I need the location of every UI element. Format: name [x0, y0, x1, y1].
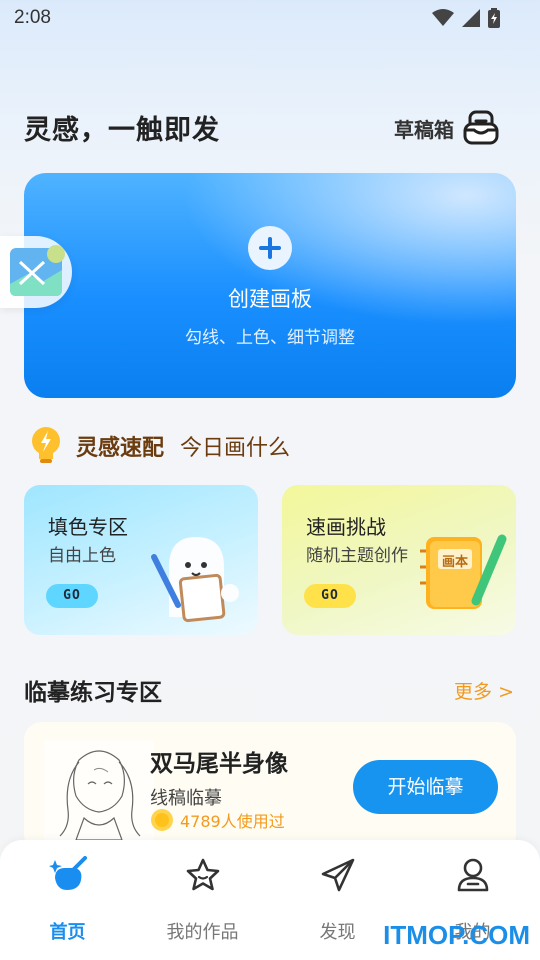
usage-count: 4789人使用过: [150, 808, 285, 832]
user-icon: [457, 858, 489, 892]
tab-home-label: 首页: [49, 922, 86, 943]
go-badge[interactable]: GO: [46, 584, 98, 608]
battery-icon: [488, 8, 500, 28]
status-time: 2:08: [14, 7, 51, 28]
notebook-illustration: 画本: [420, 531, 510, 621]
plus-icon: [248, 226, 292, 270]
lineart-sketch-thumbnail: [44, 740, 154, 840]
inspiration-row[interactable]: 灵感速配 今日画什么: [28, 425, 290, 467]
inspiration-subtitle: 今日画什么: [180, 436, 291, 461]
tab-my-works[interactable]: 我的作品: [135, 840, 270, 960]
floating-image-tab[interactable]: [0, 236, 72, 308]
wifi-icon: [432, 9, 454, 26]
mode-title: 填色专区: [48, 515, 128, 539]
more-link[interactable]: 更多 >: [454, 677, 514, 704]
mode-subtitle: 自由上色: [48, 546, 116, 566]
create-canvas-card[interactable]: 创建画板 勾线、上色、细节调整: [24, 173, 516, 398]
tab-my-works-label: 我的作品: [166, 922, 239, 943]
paper-plane-icon: [321, 858, 355, 892]
practice-card[interactable]: 双马尾半身像 线稿临摹 4789人使用过 开始临摹: [24, 722, 516, 852]
speed-challenge-card[interactable]: 速画挑战 随机主题创作 GO 画本: [282, 485, 516, 635]
watermark: ITMOP.COM: [383, 920, 530, 950]
image-icon: [10, 245, 65, 296]
practice-card-title: 双马尾半身像: [150, 751, 288, 777]
practice-section-title: 临摹练习专区: [24, 680, 162, 706]
signal-icon: [462, 9, 480, 27]
drafts-label: 草稿箱: [394, 117, 454, 142]
tab-home[interactable]: 首页: [0, 840, 135, 960]
lightbulb-icon: [32, 427, 60, 463]
inspiration-title: 灵感速配: [76, 436, 165, 461]
page-title: 灵感，一触即发: [24, 115, 220, 146]
drafts-button[interactable]: 草稿箱: [394, 110, 500, 146]
create-canvas-title: 创建画板: [228, 287, 312, 311]
ghost-mascot-icon: [151, 537, 239, 623]
status-icons: [432, 8, 500, 28]
create-canvas-subtitle: 勾线、上色、细节调整: [185, 328, 355, 348]
drafts-box-icon: [463, 110, 499, 145]
home-brush-icon: [49, 856, 87, 890]
status-bar: 2:08: [0, 0, 540, 36]
notebook-icon: [420, 534, 507, 609]
notebook-label: 画本: [441, 555, 468, 570]
usage-count-text: 4789人使用过: [180, 812, 285, 831]
coin-icon: [151, 809, 173, 831]
practice-card-subtitle: 线稿临摹: [150, 788, 222, 809]
star-icon: [186, 858, 220, 891]
mode-subtitle: 随机主题创作: [306, 546, 408, 566]
go-badge[interactable]: GO: [304, 584, 356, 608]
mode-title: 速画挑战: [306, 515, 386, 539]
fill-color-card[interactable]: 填色专区 自由上色 GO: [24, 485, 258, 635]
start-copy-button[interactable]: 开始临摹: [353, 760, 498, 814]
